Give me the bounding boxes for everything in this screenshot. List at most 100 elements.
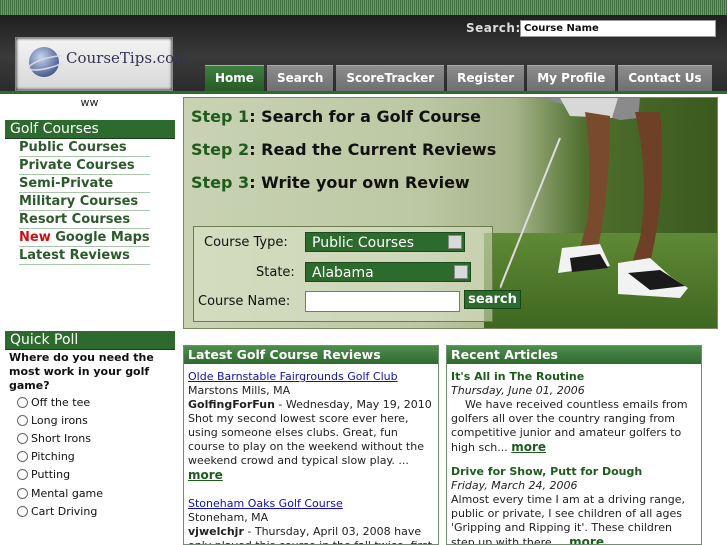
sidebar-link-military-courses[interactable]: Military Courses: [19, 193, 150, 211]
poll-option-label: Short Irons: [31, 431, 91, 445]
nav-my-profile[interactable]: My Profile: [527, 65, 616, 91]
poll-option-label: Cart Driving: [31, 504, 98, 518]
course-name-input[interactable]: [305, 291, 460, 312]
sidebar-link-google-maps[interactable]: New Google Maps: [19, 229, 150, 247]
main-nav: Home Search ScoreTracker Register My Pro…: [205, 65, 712, 91]
poll-option[interactable]: Pitching: [17, 448, 103, 466]
sidebar-link-public-courses[interactable]: Public Courses: [19, 139, 150, 157]
course-search-form: Course Type: Public Courses State: Alaba…: [193, 226, 521, 322]
review-date: - Thursday, April 03, 2008: [243, 525, 391, 538]
review-body: vjwelchjr - Thursday, April 03, 2008 hav…: [188, 525, 434, 544]
sidebar-link-resort-courses[interactable]: Resort Courses: [19, 211, 150, 229]
review-location: Stoneham, MA: [188, 511, 269, 524]
golf-courses-heading: Golf Courses: [5, 120, 175, 139]
step-number: Step 3: [191, 173, 250, 192]
article-text: We have received countless emails from g…: [451, 398, 692, 454]
site-logo[interactable]: CourseTips.com: [15, 37, 188, 91]
poll-option-label: Off the tee: [31, 395, 91, 409]
google-maps-label: Google Maps: [55, 230, 150, 245]
sidebar-ww-text: ww: [80, 96, 99, 109]
article-date: Thursday, June 01, 2006: [451, 384, 585, 397]
radio-button[interactable]: [17, 432, 28, 444]
article-body: Almost every time I am at a driving rang…: [451, 493, 697, 544]
poll-option-label: Long irons: [31, 413, 88, 427]
review-author[interactable]: GolfingForFun: [188, 398, 275, 411]
new-badge: New: [19, 230, 51, 245]
article-body: We have received countless emails from g…: [451, 398, 697, 455]
review-course-link[interactable]: Stoneham Oaks Golf Course: [188, 497, 434, 511]
radio-button[interactable]: [17, 487, 28, 499]
search-label: Search:: [466, 21, 521, 35]
step-number: Step 1: [191, 107, 250, 126]
sidebar-link-latest-reviews[interactable]: Latest Reviews: [19, 247, 150, 265]
poll-option[interactable]: Mental game: [17, 484, 103, 502]
article-date: Friday, March 24, 2006: [451, 479, 578, 492]
search-button[interactable]: search: [464, 290, 521, 309]
golf-courses-links: Public Courses Private Courses Semi-Priv…: [19, 139, 150, 265]
state-value: Alabama: [312, 265, 374, 281]
course-type-select[interactable]: Public Courses: [305, 232, 465, 252]
poll-option[interactable]: Short Irons: [17, 429, 103, 447]
step-3: Step 3: Write your own Review: [191, 173, 470, 192]
article-item: It's All in The Routine Thursday, June 0…: [447, 364, 701, 455]
poll-option[interactable]: Long irons: [17, 411, 103, 429]
sidebar: ww Golf Courses Public Courses Private C…: [0, 94, 179, 545]
poll-options: Off the tee Long irons Short Irons Pitch…: [17, 393, 103, 520]
review-text: Shot my second lowest score ever here, u…: [188, 412, 424, 467]
dropdown-arrow-icon: [448, 235, 462, 249]
review-item: Olde Barnstable Fairgrounds Golf Club Ma…: [184, 364, 438, 483]
sidebar-link-semi-private[interactable]: Semi-Private: [19, 175, 150, 193]
state-select[interactable]: Alabama: [305, 262, 471, 282]
step-text: : Search for a Golf Course: [249, 107, 481, 126]
step-text: : Read the Current Reviews: [249, 140, 497, 159]
review-item: Stoneham Oaks Golf Course Stoneham, MA v…: [184, 483, 438, 544]
logo-text: CourseTips.com: [66, 49, 189, 67]
quick-poll-heading: Quick Poll: [5, 331, 175, 350]
course-name-label: Course Name:: [198, 294, 291, 309]
course-type-label: Course Type:: [204, 235, 288, 250]
review-course-link[interactable]: Olde Barnstable Fairgrounds Golf Club: [188, 370, 434, 384]
poll-question: Where do you need the most work in your …: [9, 351, 154, 392]
radio-button[interactable]: [17, 469, 28, 481]
nav-home[interactable]: Home: [205, 65, 264, 91]
header-search-input[interactable]: [520, 20, 716, 37]
nav-scoretracker[interactable]: ScoreTracker: [336, 65, 445, 91]
course-type-value: Public Courses: [312, 235, 415, 251]
top-pattern-strip: [0, 0, 727, 15]
radio-button[interactable]: [17, 396, 28, 408]
radio-button[interactable]: [17, 414, 28, 426]
globe-icon: [28, 47, 62, 77]
hero-banner: Step 1: Search for a Golf Course Step 2:…: [183, 97, 718, 329]
poll-option-label: Mental game: [31, 486, 104, 500]
poll-option-label: Pitching: [31, 450, 75, 464]
radio-button[interactable]: [17, 505, 28, 517]
latest-reviews-heading: Latest Golf Course Reviews: [184, 346, 438, 364]
sidebar-link-private-courses[interactable]: Private Courses: [19, 157, 150, 175]
nav-search[interactable]: Search: [266, 65, 334, 91]
radio-button[interactable]: [17, 451, 28, 463]
step-2: Step 2: Read the Current Reviews: [191, 140, 496, 159]
more-link[interactable]: more: [188, 468, 223, 482]
recent-articles-heading: Recent Articles: [447, 346, 701, 364]
latest-reviews-panel: Latest Golf Course Reviews Olde Barnstab…: [183, 345, 439, 545]
more-link[interactable]: more: [511, 440, 546, 454]
nav-contact-us[interactable]: Contact Us: [618, 65, 712, 91]
step-1: Step 1: Search for a Golf Course: [191, 107, 481, 126]
step-number: Step 2: [191, 140, 250, 159]
review-body: GolfingForFun - Wednesday, May 19, 2010 …: [188, 398, 434, 483]
poll-option-label: Putting: [31, 468, 71, 482]
dropdown-arrow-icon: [454, 265, 468, 279]
golfer-legs-illustration: [500, 98, 688, 298]
review-location: Marstons Mills, MA: [188, 384, 291, 397]
nav-register[interactable]: Register: [447, 65, 525, 91]
review-date: - Wednesday, May 19, 2010: [274, 398, 432, 411]
state-label: State:: [256, 265, 295, 280]
article-title-link[interactable]: Drive for Show, Putt for Dough: [451, 465, 697, 479]
more-link[interactable]: more: [569, 535, 604, 544]
poll-option[interactable]: Putting: [17, 466, 103, 484]
poll-option[interactable]: Cart Driving: [17, 502, 103, 520]
poll-option[interactable]: Off the tee: [17, 393, 103, 411]
review-author[interactable]: vjwelchjr: [188, 525, 244, 538]
step-text: : Write your own Review: [249, 173, 470, 192]
article-title-link[interactable]: It's All in The Routine: [451, 370, 697, 384]
